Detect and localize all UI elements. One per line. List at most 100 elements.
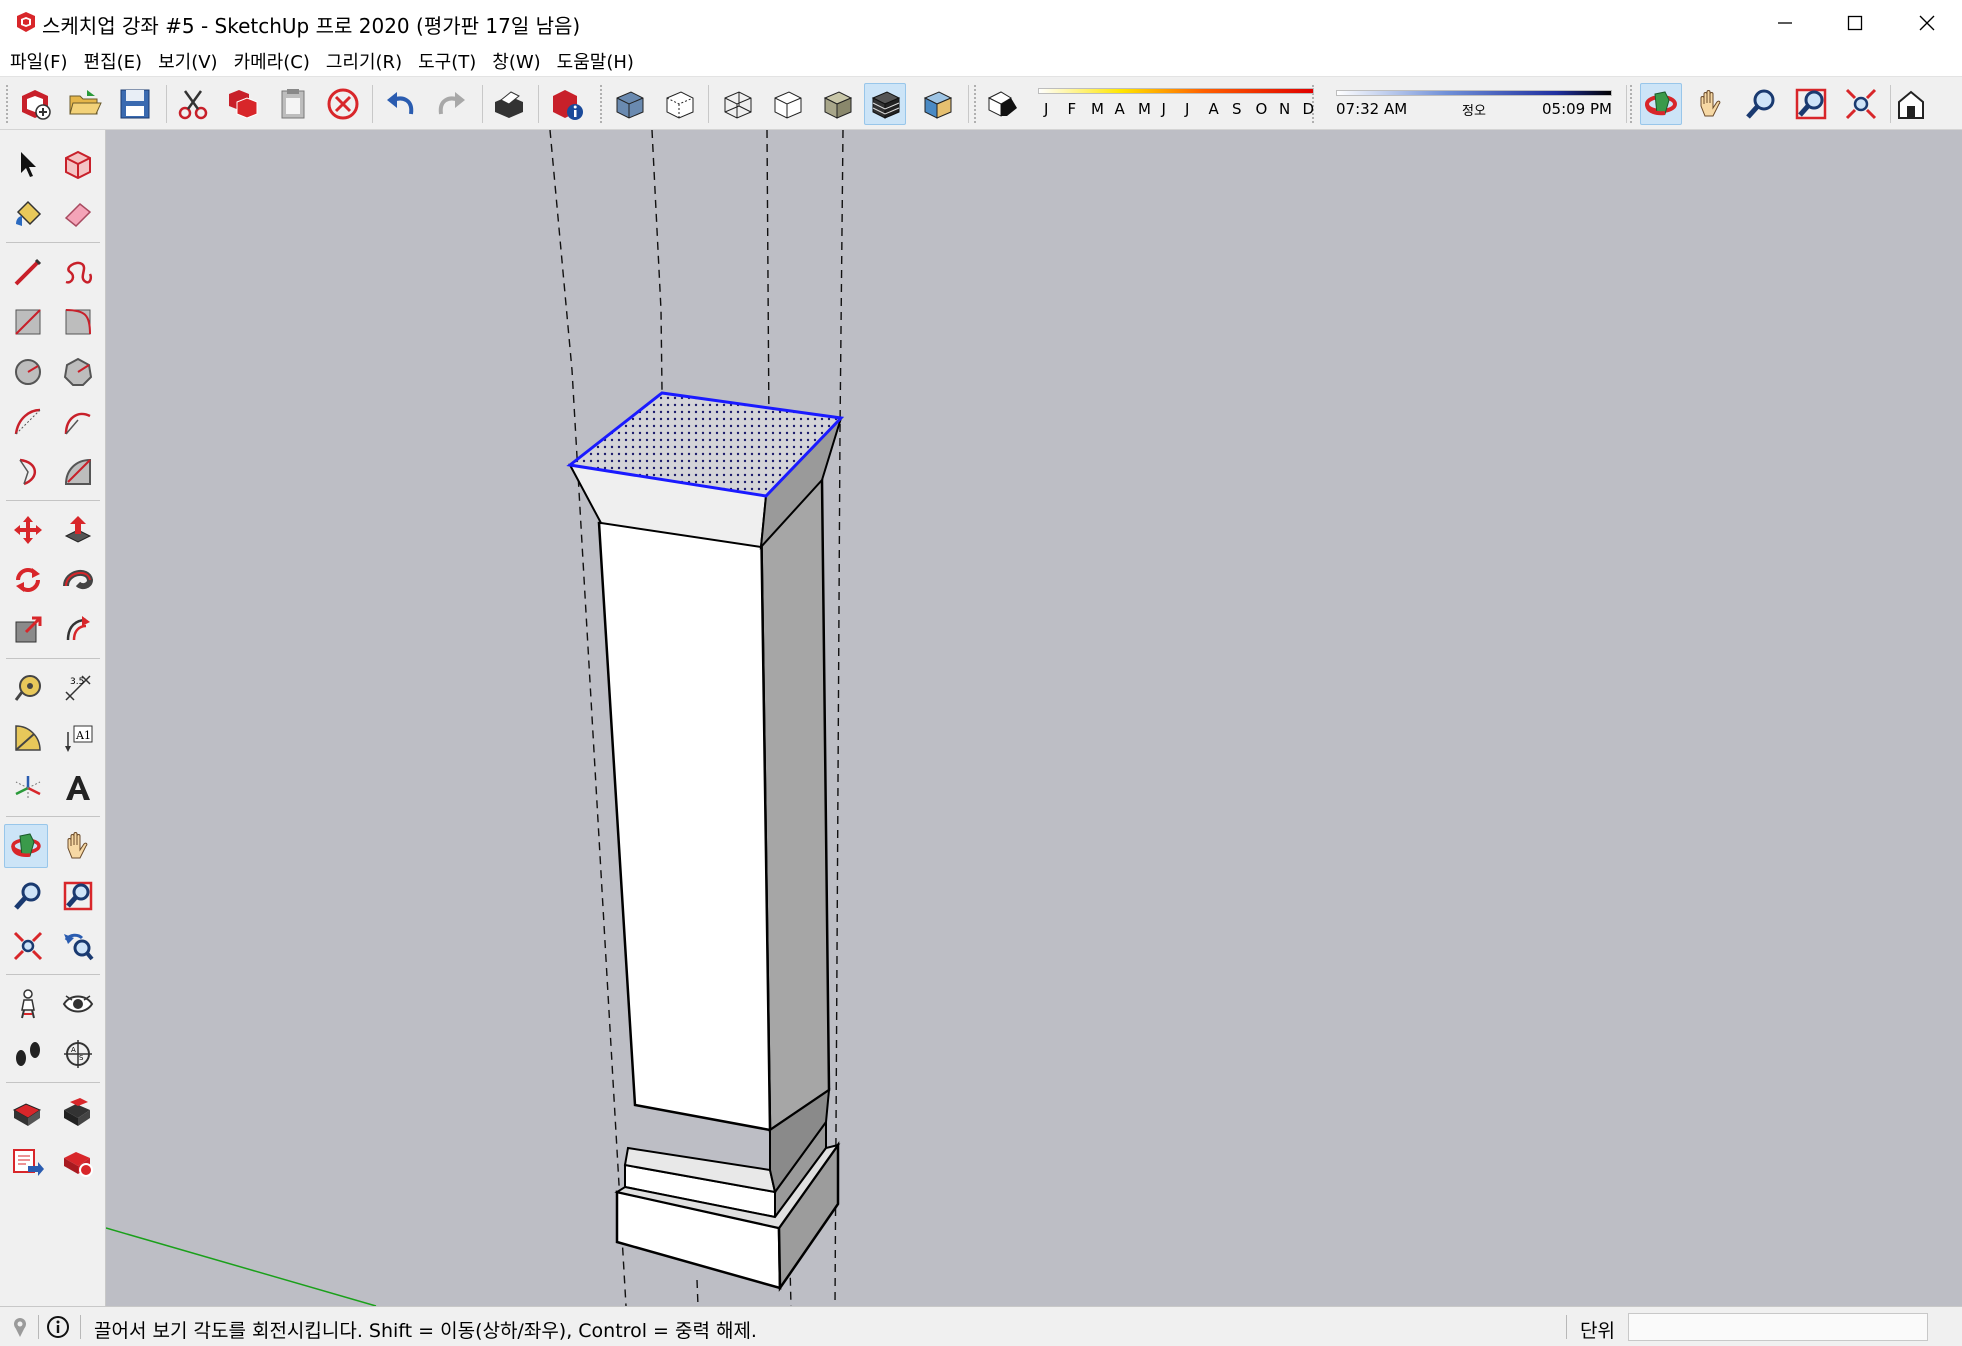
undo-button[interactable] bbox=[380, 83, 422, 125]
shadow-time-track[interactable] bbox=[1336, 90, 1612, 96]
eraser-icon bbox=[64, 202, 92, 228]
redo-button[interactable] bbox=[430, 83, 472, 125]
new-file-button[interactable] bbox=[14, 83, 56, 125]
rectangle-tool[interactable] bbox=[6, 300, 50, 344]
previous-view-tool[interactable] bbox=[56, 924, 100, 968]
close-button[interactable] bbox=[1892, 0, 1962, 46]
delete-button[interactable] bbox=[322, 83, 364, 125]
menu-camera[interactable]: 카메라(C) bbox=[232, 46, 312, 76]
zoom-extents-button[interactable] bbox=[1840, 83, 1882, 125]
protractor-tool[interactable] bbox=[6, 716, 50, 760]
menu-edit[interactable]: 편집(E) bbox=[82, 46, 145, 76]
pan-button[interactable] bbox=[1690, 83, 1732, 125]
orbit-tool[interactable] bbox=[4, 824, 48, 868]
circle-tool[interactable] bbox=[6, 350, 50, 394]
paste-icon bbox=[281, 89, 305, 119]
model-canvas[interactable] bbox=[106, 130, 1962, 1306]
toolbar-separator bbox=[538, 85, 539, 123]
axes-tool[interactable] bbox=[6, 766, 50, 810]
warehouse-tool[interactable] bbox=[6, 1090, 50, 1134]
follow-me-tool[interactable] bbox=[56, 558, 100, 602]
menu-help[interactable]: 도움말(H) bbox=[555, 46, 636, 76]
zoom-extents-tool[interactable] bbox=[6, 924, 50, 968]
shaft-front-face[interactable] bbox=[597, 508, 772, 1132]
toolbar-separator bbox=[968, 85, 969, 123]
copy-button[interactable] bbox=[222, 83, 264, 125]
three-point-arc-tool[interactable] bbox=[6, 450, 50, 494]
shadows-button[interactable] bbox=[980, 83, 1022, 125]
eraser-tool[interactable] bbox=[56, 192, 100, 236]
toolbar-grip[interactable] bbox=[974, 85, 978, 123]
send-to-layout-tool[interactable] bbox=[6, 1140, 50, 1184]
monochrome-button[interactable] bbox=[916, 83, 958, 125]
measurements-input[interactable] bbox=[1628, 1313, 1928, 1341]
polygon-tool[interactable] bbox=[56, 350, 100, 394]
arc-tool[interactable] bbox=[6, 400, 50, 444]
toolbar-grip[interactable] bbox=[6, 85, 10, 123]
maximize-button[interactable] bbox=[1820, 0, 1890, 46]
line-tool[interactable] bbox=[6, 250, 50, 294]
menu-draw[interactable]: 그리기(R) bbox=[324, 46, 404, 76]
shadow-time-slider[interactable]: 07:32 AM 정오 05:09 PM bbox=[1334, 84, 1614, 124]
palette-separator bbox=[6, 658, 100, 659]
two-point-arc-tool[interactable] bbox=[56, 400, 100, 444]
month-label: N bbox=[1279, 100, 1291, 118]
xray-button[interactable] bbox=[608, 83, 650, 125]
print-button[interactable] bbox=[488, 83, 530, 125]
previous-view-icon bbox=[64, 933, 94, 961]
month-label: M bbox=[1091, 100, 1104, 118]
position-camera-tool[interactable] bbox=[6, 982, 50, 1026]
shadow-date-slider[interactable]: J F M A M J J A S O N D bbox=[1036, 84, 1316, 124]
pan-tool[interactable] bbox=[56, 824, 100, 868]
hidden-line-button[interactable] bbox=[766, 83, 808, 125]
info-icon[interactable] bbox=[46, 1315, 70, 1339]
shaded-textures-button[interactable] bbox=[864, 83, 906, 125]
paste-button[interactable] bbox=[272, 83, 314, 125]
shaft-side-face[interactable] bbox=[759, 478, 831, 1133]
wireframe-button[interactable] bbox=[716, 83, 758, 125]
rotated-rectangle-tool[interactable] bbox=[56, 300, 100, 344]
extension-manager-tool[interactable] bbox=[56, 1140, 100, 1184]
rotate-tool[interactable] bbox=[6, 558, 50, 602]
model-info-button[interactable] bbox=[546, 83, 588, 125]
dimension-tool[interactable]: 3.5 bbox=[56, 666, 100, 710]
drawing-viewport[interactable] bbox=[106, 130, 1962, 1306]
zoom-window-button[interactable] bbox=[1790, 83, 1832, 125]
cut-button[interactable] bbox=[172, 83, 214, 125]
menu-window[interactable]: 창(W) bbox=[490, 46, 542, 76]
menu-view[interactable]: 보기(V) bbox=[156, 46, 219, 76]
zoom-tool[interactable] bbox=[6, 874, 50, 918]
section-plane-tool[interactable]: AS bbox=[56, 1032, 100, 1076]
toolbar-grip[interactable] bbox=[600, 85, 604, 123]
toolbar-grip[interactable] bbox=[1630, 85, 1634, 123]
shaded-button[interactable] bbox=[816, 83, 858, 125]
orbit-button[interactable] bbox=[1640, 83, 1682, 125]
zoom-window-tool[interactable] bbox=[56, 874, 100, 918]
offset-tool[interactable] bbox=[56, 608, 100, 652]
back-edges-button[interactable] bbox=[658, 83, 700, 125]
look-around-tool[interactable] bbox=[56, 982, 100, 1026]
menu-tools[interactable]: 도구(T) bbox=[416, 46, 478, 76]
open-button[interactable] bbox=[64, 83, 106, 125]
warehouse-button[interactable] bbox=[1890, 83, 1932, 125]
scale-tool[interactable] bbox=[6, 608, 50, 652]
walk-tool[interactable] bbox=[6, 1032, 50, 1076]
text-tool[interactable]: A1 bbox=[56, 716, 100, 760]
shadow-date-track[interactable] bbox=[1038, 88, 1314, 94]
move-tool[interactable] bbox=[6, 508, 50, 552]
extension-warehouse-tool[interactable] bbox=[56, 1090, 100, 1134]
minimize-button[interactable] bbox=[1750, 0, 1820, 46]
text-icon: A1 bbox=[65, 725, 93, 752]
zoom-button[interactable] bbox=[1740, 83, 1782, 125]
3d-text-tool[interactable] bbox=[56, 766, 100, 810]
freehand-tool[interactable] bbox=[56, 250, 100, 294]
select-tool[interactable] bbox=[6, 142, 50, 186]
paint-bucket-tool[interactable] bbox=[6, 192, 50, 236]
tape-measure-tool[interactable] bbox=[6, 666, 50, 710]
pie-tool[interactable] bbox=[56, 450, 100, 494]
menu-file[interactable]: 파일(F) bbox=[8, 46, 70, 76]
push-pull-tool[interactable] bbox=[56, 508, 100, 552]
geolocation-icon[interactable] bbox=[8, 1315, 32, 1339]
save-button[interactable] bbox=[114, 83, 156, 125]
make-component-tool[interactable] bbox=[56, 142, 100, 186]
